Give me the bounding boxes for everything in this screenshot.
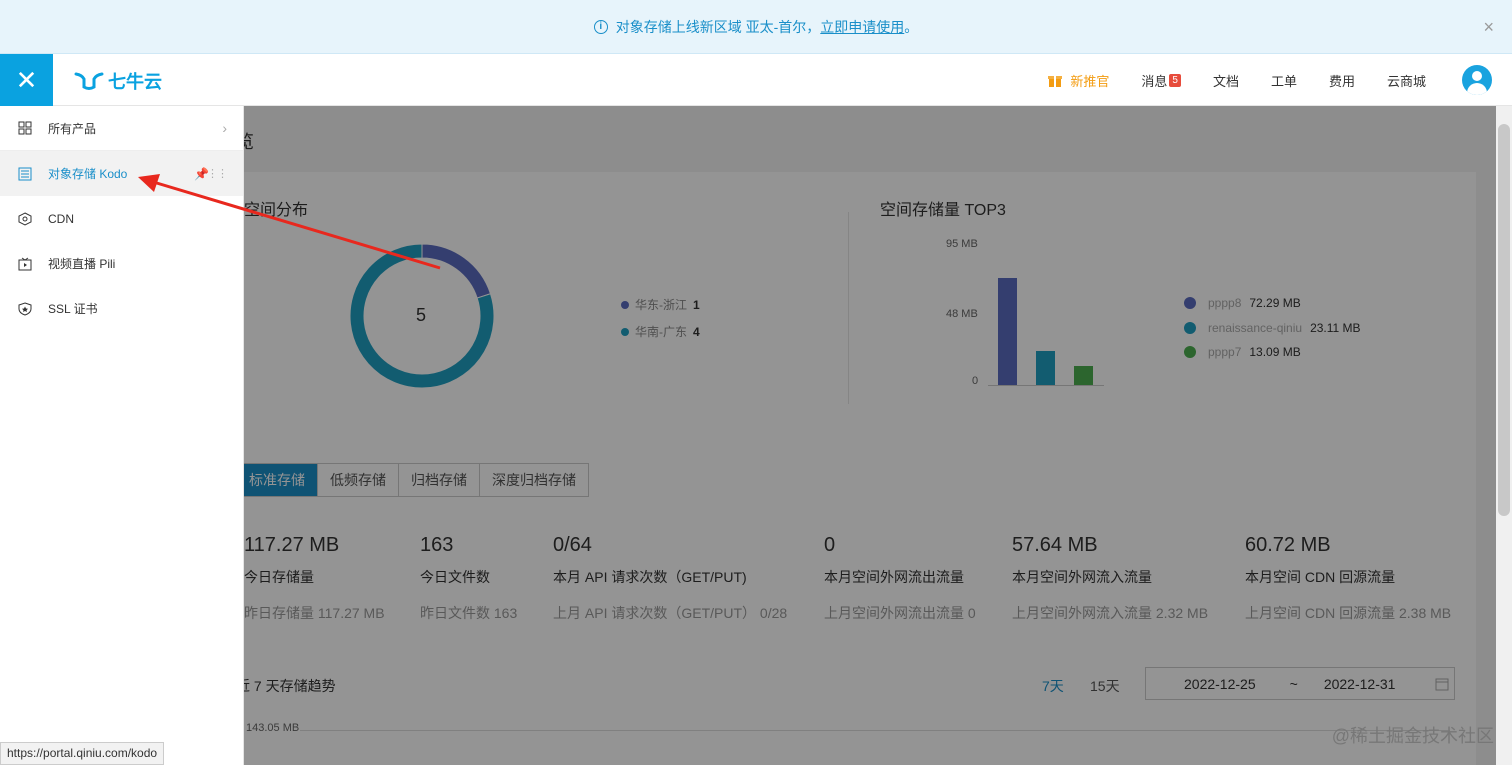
status-bar-url: https://portal.qiniu.com/kodo	[0, 742, 165, 765]
nav-messages-label: 消息	[1141, 73, 1168, 89]
cdn-icon	[18, 211, 32, 226]
sidebar-item-ssl[interactable]: SSL 证书	[0, 286, 243, 331]
storage-icon	[18, 167, 32, 181]
shield-icon	[18, 301, 32, 316]
nav-new-intro[interactable]: 新推官	[1048, 71, 1109, 90]
top-nav: 新推官 消息 5 文档 工单 费用 云商城	[1016, 54, 1512, 106]
banner-apply-link[interactable]: 立即申请使用	[820, 17, 904, 37]
info-icon: i	[593, 19, 608, 34]
sidebar-item-label: 所有产品	[48, 121, 97, 136]
sidebar-item-label: CDN	[48, 211, 74, 226]
qiniu-logo-icon	[74, 72, 104, 90]
qiniu-logo[interactable]: 七牛云	[74, 68, 162, 94]
sidebar-item-kodo[interactable]: 对象存储 Kodo 📌 ⋮⋮	[0, 151, 243, 196]
sidebar-item-cdn[interactable]: CDN	[0, 196, 243, 241]
scrollbar-thumb[interactable]	[1498, 124, 1510, 516]
live-icon	[18, 257, 32, 271]
sidebar-item-pili[interactable]: 视频直播 Pili	[0, 241, 243, 286]
sidebar-item-label: 视频直播 Pili	[48, 257, 116, 271]
menu-close-button[interactable]: ✕	[0, 54, 53, 106]
top-header: ✕ 七牛云 新推官 消息 5 文档 工单 费用 云商城	[0, 54, 1512, 106]
nav-tickets[interactable]: 工单	[1271, 71, 1297, 90]
sidebar-item-label: SSL 证书	[48, 302, 98, 316]
grid-icon	[18, 121, 32, 135]
nav-new-intro-label: 新推官	[1070, 73, 1110, 89]
nav-market[interactable]: 云商城	[1387, 71, 1426, 90]
nav-billing[interactable]: 费用	[1329, 71, 1355, 90]
logo-text: 七牛云	[108, 72, 162, 92]
gift-icon	[1048, 76, 1063, 87]
product-sidebar: 所有产品 › 对象存储 Kodo 📌 ⋮⋮ CDN 视频直播 Pili SSL …	[0, 106, 244, 765]
watermark: @稀土掘金技术社区	[1331, 726, 1494, 746]
announcement-banner: i 对象存储上线新区域 亚太-首尔， 立即申请使用 。 ×	[0, 0, 1512, 54]
nav-messages[interactable]: 消息 5	[1141, 71, 1181, 90]
chevron-right-icon: ›	[222, 120, 227, 136]
sidebar-item-all-products[interactable]: 所有产品 ›	[0, 106, 243, 151]
message-count-badge: 5	[1169, 73, 1181, 87]
nav-docs[interactable]: 文档	[1213, 71, 1239, 90]
close-icon[interactable]: ×	[1483, 17, 1494, 38]
banner-text-end: 。	[904, 18, 919, 35]
user-avatar[interactable]	[1462, 65, 1492, 95]
drag-handle-icon[interactable]: ⋮⋮	[207, 167, 228, 180]
banner-text: 对象存储上线新区域 亚太-首尔，	[615, 18, 821, 35]
sidebar-item-label: 对象存储 Kodo	[48, 167, 128, 181]
